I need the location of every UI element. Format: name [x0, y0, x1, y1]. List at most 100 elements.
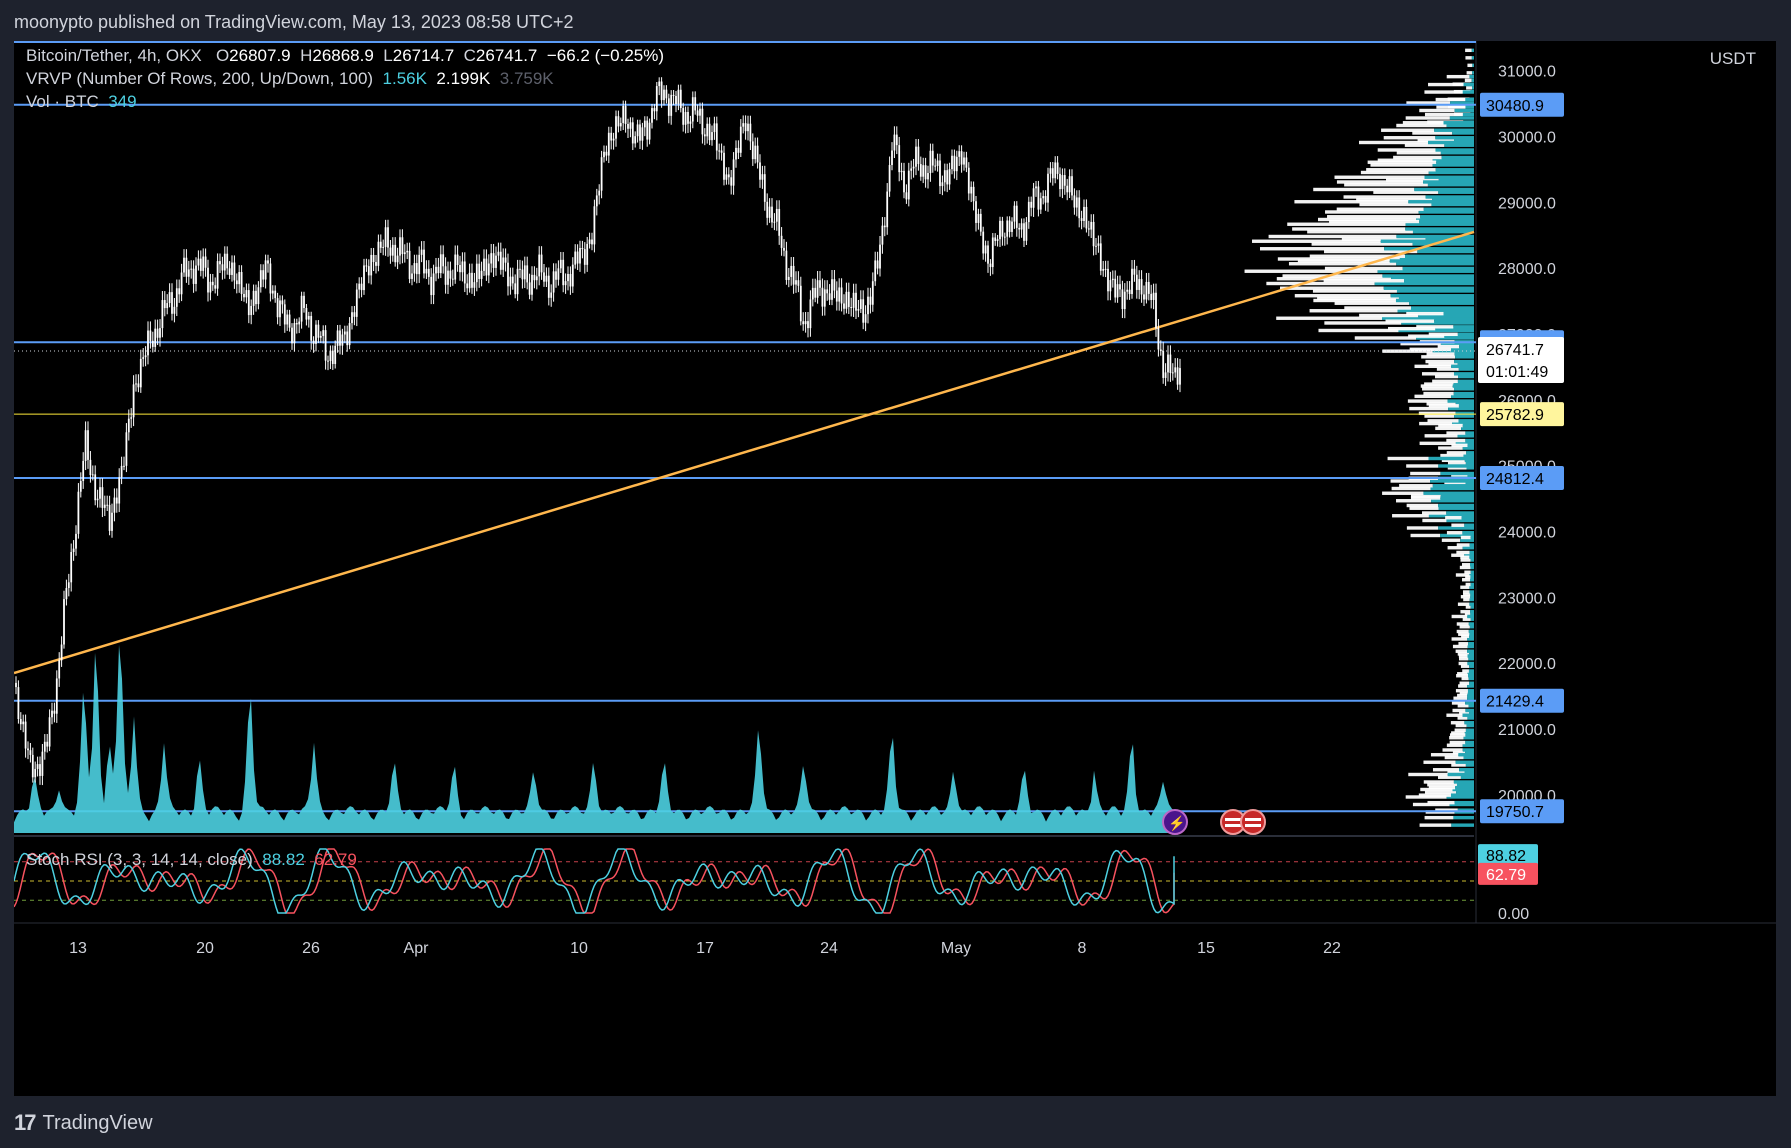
vp-bar-up — [1457, 379, 1474, 384]
vp-bar-down — [1446, 438, 1466, 443]
candle-body — [413, 263, 416, 274]
vp-bar-down — [1382, 491, 1424, 495]
legend-high: 26868.9 — [312, 46, 374, 65]
candle-body — [521, 269, 524, 280]
candle-body — [511, 276, 514, 284]
candle-body — [687, 111, 689, 124]
vp-bar-down — [1435, 97, 1466, 102]
vrvp-value-up: 1.56K — [382, 69, 427, 88]
vp-bar-up — [1405, 254, 1474, 258]
candle-body — [982, 231, 985, 254]
x-tick-label: 24 — [820, 940, 838, 957]
vp-bar-up — [1405, 227, 1474, 231]
candle-body — [183, 257, 185, 273]
currency-unit[interactable]: USDT — [1710, 49, 1756, 69]
candle-body — [1039, 198, 1042, 210]
candle-body — [641, 127, 644, 141]
candle-body — [276, 298, 279, 318]
candle-body — [915, 146, 917, 167]
candle-body — [173, 306, 176, 314]
candle-body — [711, 132, 713, 141]
legend-volume[interactable]: Vol · BTC 349 — [26, 91, 137, 113]
candle-body — [943, 170, 946, 183]
candle-body — [797, 280, 800, 286]
candle-body — [473, 282, 476, 288]
vp-bar-down — [1460, 535, 1471, 540]
vp-bar-up — [1451, 793, 1474, 797]
candle-body — [1111, 278, 1114, 281]
candle-body — [934, 165, 937, 167]
vp-bar-up — [1410, 306, 1474, 310]
level-price-label: 25782.9 — [1486, 407, 1544, 424]
vp-bar-down — [1406, 503, 1439, 508]
legend-low-label: L — [383, 46, 393, 65]
candle-body — [1090, 221, 1093, 230]
candle-body — [847, 291, 850, 307]
candle-body — [555, 271, 557, 280]
vp-bar-down — [1359, 140, 1429, 145]
vp-bar-up — [1414, 187, 1474, 192]
vp-bar-up — [1420, 215, 1474, 219]
candle-body — [583, 249, 586, 265]
candle-body — [149, 330, 152, 341]
vp-bar-up — [1470, 575, 1474, 579]
legend-vrvp[interactable]: VRVP (Number Of Rows, 200, Up/Down, 100)… — [26, 68, 554, 90]
chart-area[interactable]: 31000.030000.029000.028000.027000.026000… — [14, 41, 1776, 1096]
legend-stoch[interactable]: Stoch RSI (3, 3, 14, 14, close) 88.82 62… — [26, 849, 357, 871]
candle-body — [1011, 221, 1013, 232]
candle-body — [1152, 292, 1155, 300]
vp-bar-down — [1432, 768, 1460, 772]
candle-body — [391, 244, 394, 256]
vp-bar-down — [1454, 728, 1466, 732]
y-tick-label: 23000.0 — [1498, 590, 1556, 607]
candle-body — [1071, 176, 1073, 196]
vp-bar-up — [1423, 207, 1474, 211]
candle-body — [615, 116, 617, 139]
candle-body — [1078, 197, 1081, 219]
candle-body — [567, 273, 569, 282]
candle-body — [19, 719, 22, 725]
candle-body — [936, 160, 939, 166]
candle-body — [749, 123, 752, 142]
vp-bar-down — [1451, 443, 1468, 448]
vp-bar-up — [1465, 733, 1474, 737]
candle-body — [679, 89, 682, 109]
vp-bar-up — [1462, 90, 1474, 94]
vp-bar-up — [1453, 325, 1474, 329]
candle-body — [675, 95, 677, 105]
vp-bar-down — [1423, 780, 1454, 784]
legend-symbol[interactable]: Bitcoin/Tether, 4h, OKX — [26, 46, 202, 65]
candle-body — [1171, 372, 1174, 374]
candle-body — [706, 123, 709, 137]
vp-bar-down — [1402, 121, 1444, 125]
candle-body — [763, 174, 766, 202]
candle-body — [984, 245, 987, 254]
footer-brand[interactable]: 17 TradingView — [14, 1106, 153, 1140]
vp-bar-up — [1462, 112, 1474, 117]
candle-body — [1145, 281, 1148, 300]
candle-body — [447, 270, 449, 285]
candle-body — [667, 98, 670, 116]
candle-body — [771, 206, 773, 223]
vp-bar-down — [1465, 575, 1471, 579]
candle-body — [72, 548, 75, 553]
candle-body — [99, 487, 101, 499]
candle-body — [1027, 201, 1030, 223]
stoch-name: Stoch RSI (3, 3, 14, 14, close) — [26, 850, 253, 869]
footer-brand-text: TradingView — [42, 1111, 153, 1134]
vp-bar-up — [1453, 780, 1474, 784]
candle-body — [156, 328, 159, 338]
vp-bar-up — [1455, 785, 1474, 790]
candle-body — [171, 292, 173, 314]
candle-body — [1015, 205, 1018, 228]
candle-body — [463, 261, 466, 284]
candle-body — [831, 279, 833, 300]
chart-svg[interactable]: 31000.030000.029000.028000.027000.026000… — [14, 41, 1776, 1096]
candle-body — [101, 487, 104, 508]
y-tick-label: 24000.0 — [1498, 524, 1556, 541]
vp-bar-down — [1464, 78, 1472, 83]
legend-high-label: H — [300, 46, 313, 65]
candle-body — [418, 254, 421, 275]
candle-body — [1147, 281, 1150, 294]
vp-bar-down — [1406, 311, 1444, 316]
